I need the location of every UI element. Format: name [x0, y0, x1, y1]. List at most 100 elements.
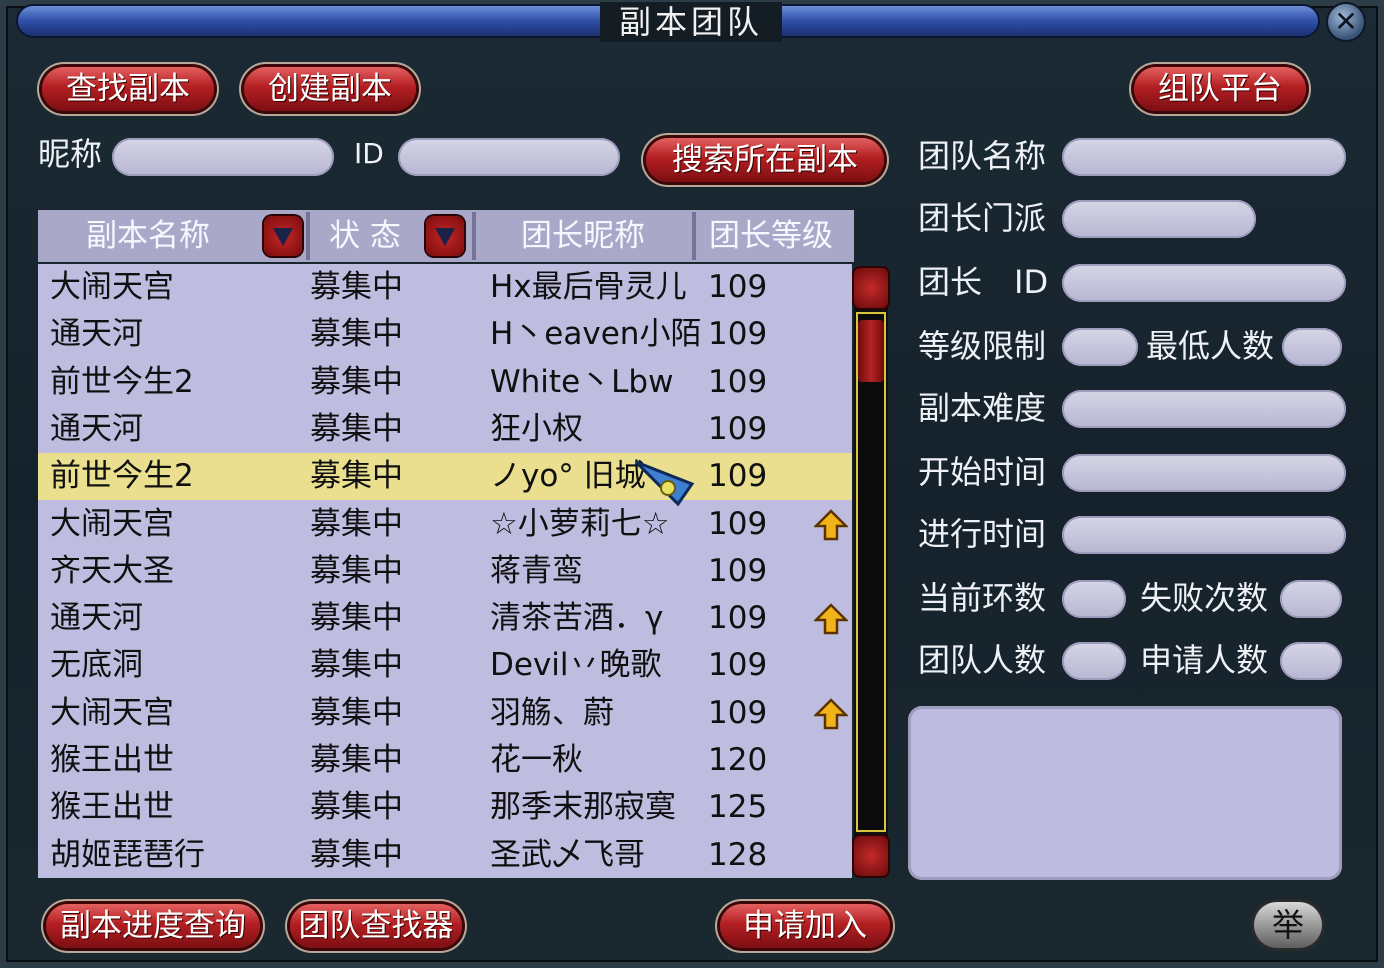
apply-join-button[interactable]: 申请加入	[720, 904, 890, 948]
up-arrow-icon	[814, 508, 848, 540]
up-arrow-icon	[814, 697, 848, 729]
table-row[interactable]: 无底洞 募集中 Devil丷晚歌 109	[38, 642, 852, 689]
nickname-input[interactable]	[112, 138, 334, 176]
table-row[interactable]: 前世今生2 募集中 ノyo° 旧城 109	[38, 453, 852, 501]
dungeon-list[interactable]: 大闹天宫 募集中 Hx最后骨灵儿 109 通天河 募集中 H丶eaven小陌 109 前世今生2…	[38, 264, 852, 878]
leader-nick-cell: 圣武乄飞哥	[490, 836, 645, 873]
leader-level-cell: 125	[708, 789, 768, 826]
create-dungeon-button[interactable]: 创建副本	[244, 67, 416, 111]
leader-nick-cell: Devil丷晚歌	[490, 647, 662, 684]
level-limit-label: 等级限制	[918, 327, 1047, 365]
table-row[interactable]: 大闹天宫 募集中 Hx最后骨灵儿 109	[38, 264, 852, 311]
current-round-field	[1062, 580, 1126, 618]
team-name-label: 团队名称	[918, 137, 1047, 175]
close-icon[interactable]: ✕	[1328, 4, 1364, 40]
elapsed-time-label: 进行时间	[918, 515, 1047, 553]
header-status[interactable]: 状 态	[310, 210, 420, 262]
leader-level-cell: 120	[708, 742, 768, 778]
dungeon-name-cell: 通天河	[50, 316, 143, 353]
leader-id-label: 团长 ID	[918, 263, 1049, 301]
leader-nick-cell: ノyo° 旧城	[490, 458, 646, 495]
leader-nick-cell: 清茶苦酒．γ	[490, 600, 664, 637]
leader-level-cell: 109	[708, 458, 768, 495]
dungeon-name-cell: 胡姬琵琶行	[50, 836, 205, 873]
status-cell: 募集中	[310, 458, 403, 495]
scrollbar[interactable]	[854, 268, 888, 876]
leader-nick-cell: 狂小权	[490, 410, 583, 447]
team-platform-button[interactable]: 组队平台	[1134, 67, 1306, 111]
leader-level-cell: 109	[708, 410, 768, 447]
table-row[interactable]: 通天河 募集中 H丶eaven小陌 109	[38, 311, 852, 358]
apply-count-field	[1280, 642, 1342, 680]
table-row[interactable]: 通天河 募集中 清茶苦酒．γ 109	[38, 595, 852, 642]
sort-dropdown-icon[interactable]	[264, 216, 302, 256]
status-cell: 募集中	[310, 789, 403, 826]
dungeon-name-cell: 前世今生2	[50, 363, 194, 400]
nickname-label: 昵称	[38, 135, 103, 173]
leader-level-cell: 109	[708, 552, 768, 589]
status-cell: 募集中	[310, 600, 403, 637]
status-cell: 募集中	[310, 410, 403, 447]
leader-level-cell: 109	[708, 647, 768, 684]
dungeon-name-cell: 大闹天宫	[50, 694, 174, 731]
table-header: 副本名称 状 态 团长昵称 团长等级	[38, 210, 854, 262]
scroll-down-icon[interactable]	[854, 836, 888, 876]
window-title: 副本团队	[600, 2, 782, 42]
table-row[interactable]: 猴王出世 募集中 花一秋 120	[38, 737, 852, 784]
leader-id-field	[1062, 264, 1346, 302]
apply-count-label: 申请人数	[1140, 641, 1269, 679]
status-cell: 募集中	[310, 647, 403, 684]
header-dungeon-name[interactable]: 副本名称	[38, 210, 258, 262]
search-dungeon-button[interactable]: 搜索所在副本	[646, 138, 884, 182]
table-row[interactable]: 猴王出世 募集中 那季末那寂寞 125	[38, 784, 852, 831]
table-row[interactable]: 前世今生2 募集中 White丶Lbw 109	[38, 359, 852, 406]
table-row[interactable]: 胡姬琵琶行 募集中 圣武乄飞哥 128	[38, 832, 852, 878]
leader-level-cell: 109	[708, 505, 768, 542]
leader-level-cell: 109	[708, 316, 768, 353]
report-button[interactable]: 举	[1254, 902, 1322, 948]
status-dropdown-icon[interactable]	[426, 216, 464, 256]
header-leader-level[interactable]: 团长等级	[696, 210, 846, 262]
leader-level-cell: 128	[708, 836, 768, 873]
find-dungeon-button[interactable]: 查找副本	[42, 67, 214, 111]
leader-nick-cell: 羽觞、蔚	[490, 694, 614, 731]
dungeon-name-cell: 大闹天宫	[50, 505, 174, 542]
dungeon-progress-button[interactable]: 副本进度查询	[46, 904, 260, 948]
leader-level-cell: 109	[708, 694, 768, 731]
leader-level-cell: 109	[708, 269, 768, 305]
table-row[interactable]: 大闹天宫 募集中 羽觞、蔚 109	[38, 690, 852, 737]
dungeon-team-window: 副本团队 ✕ 查找副本 创建副本 组队平台 昵称 ID 搜索所在副本 副本名称 …	[0, 0, 1384, 968]
table-row[interactable]: 齐天大圣 募集中 蒋青鸾 109	[38, 548, 852, 595]
status-cell: 募集中	[310, 694, 403, 731]
team-name-field	[1062, 138, 1346, 176]
id-input[interactable]	[398, 138, 620, 176]
team-description-box	[908, 706, 1342, 880]
table-row[interactable]: 通天河 募集中 狂小权 109	[38, 406, 852, 453]
difficulty-field	[1062, 390, 1346, 428]
up-arrow-icon	[814, 603, 848, 635]
scroll-up-icon[interactable]	[854, 268, 888, 308]
elapsed-time-field	[1062, 516, 1346, 554]
dungeon-name-cell: 猴王出世	[50, 789, 174, 826]
min-members-field	[1282, 328, 1342, 366]
leader-nick-cell: 蒋青鸾	[490, 552, 583, 589]
table-row[interactable]: 大闹天宫 募集中 ☆小萝莉七☆ 109	[38, 501, 852, 548]
difficulty-label: 副本难度	[918, 389, 1047, 427]
pointer-cursor-icon	[634, 460, 695, 507]
leader-school-label: 团长门派	[918, 199, 1047, 237]
dungeon-name-cell: 猴王出世	[50, 742, 174, 778]
team-finder-button[interactable]: 团队查找器	[290, 904, 462, 948]
team-size-label: 团队人数	[918, 641, 1047, 679]
dungeon-name-cell: 通天河	[50, 410, 143, 447]
leader-nick-cell: White丶Lbw	[490, 363, 674, 400]
scroll-track[interactable]	[856, 312, 886, 832]
fail-count-label: 失败次数	[1140, 579, 1269, 617]
fail-count-field	[1280, 580, 1342, 618]
leader-level-cell: 109	[708, 363, 768, 400]
status-cell: 募集中	[310, 836, 403, 873]
dungeon-name-cell: 前世今生2	[50, 458, 194, 495]
dungeon-name-cell: 齐天大圣	[50, 552, 174, 589]
header-leader-nick[interactable]: 团长昵称	[476, 210, 690, 262]
scroll-thumb[interactable]	[858, 320, 884, 382]
team-size-field	[1062, 642, 1126, 680]
